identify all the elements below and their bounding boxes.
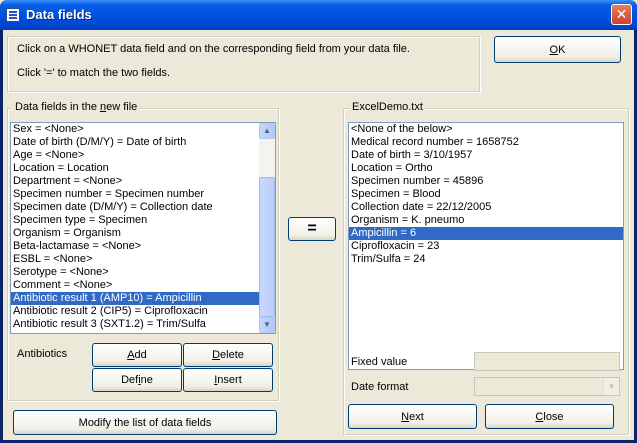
next-accel: N <box>401 410 410 423</box>
delete-rest: elete <box>220 349 244 361</box>
add-rest: dd <box>134 349 147 361</box>
add-accel: A <box>127 349 135 361</box>
instruction-line-2: Click '=' to match the two fields. <box>17 67 171 79</box>
left-list-scrollbar[interactable]: ▲ ▼ <box>259 123 275 333</box>
new-file-field-item[interactable]: Location = Location <box>11 162 275 175</box>
source-file-field-item[interactable]: Trim/Sulfa = 24 <box>349 253 623 266</box>
source-file-field-item[interactable]: Specimen = Blood <box>349 188 623 201</box>
source-file-field-item[interactable]: Medical record number = 1658752 <box>349 136 623 149</box>
new-file-field-item[interactable]: Date of birth (D/M/Y) = Date of birth <box>11 136 275 149</box>
new-file-field-item[interactable]: Specimen date (D/M/Y) = Collection date <box>11 201 275 214</box>
new-file-field-item[interactable]: Serotype = <None> <box>11 266 275 279</box>
source-file-fields-list[interactable]: <None of the below> Medical record number… <box>348 122 624 370</box>
scroll-up-button[interactable]: ▲ <box>259 123 275 139</box>
ok-label-accel: O <box>549 43 559 56</box>
antibiotics-label: Antibiotics <box>17 348 68 360</box>
close-window-button[interactable]: ✕ <box>611 4 632 25</box>
fixed-value-input[interactable] <box>474 352 620 371</box>
source-file-field-item[interactable]: Organism = K. pneumo <box>349 214 623 227</box>
insert-rest: nsert <box>217 374 242 386</box>
new-file-fields-list[interactable]: Sex = <None> Date of birth (D/M/Y) = Date… <box>10 122 276 334</box>
scroll-down-button[interactable]: ▼ <box>259 317 275 333</box>
add-antibiotic-button[interactable]: Add <box>92 343 182 367</box>
define-antibiotic-button[interactable]: Def i ne <box>92 368 182 392</box>
new-file-field-item[interactable]: Specimen number = Specimen number <box>11 188 275 201</box>
insert-antibiotic-button[interactable]: Insert <box>183 368 273 392</box>
define-pre: Def <box>121 374 139 386</box>
new-file-fields-rows: Sex = <None> Date of birth (D/M/Y) = Date… <box>11 123 275 331</box>
source-file-field-item[interactable]: Date of birth = 3/10/1957 <box>349 149 623 162</box>
new-file-field-item[interactable]: Sex = <None> <box>11 123 275 136</box>
group-title-post: ew file <box>106 101 138 113</box>
instructions-panel: Click on a WHONET data field and on the … <box>7 36 480 92</box>
source-file-fields-rows: <None of the below> Medical record number… <box>349 123 623 266</box>
dropdown-arrow-icon[interactable]: ▼ <box>603 378 619 395</box>
source-file-field-item[interactable]: <None of the below> <box>349 123 623 136</box>
source-file-field-item[interactable]: Location = Ortho <box>349 162 623 175</box>
dialog-client: Click on a WHONET data field and on the … <box>3 30 634 440</box>
next-button[interactable]: Next <box>348 404 477 429</box>
fixed-value-label: Fixed value <box>351 356 408 368</box>
new-file-field-item[interactable]: Antibiotic result 1 (AMP10) = Ampicillin <box>11 292 275 305</box>
app-icon <box>6 8 20 22</box>
date-format-label: Date format <box>351 381 409 393</box>
new-file-field-item[interactable]: Specimen type = Specimen <box>11 214 275 227</box>
delete-accel: D <box>212 349 221 361</box>
group-title-pre: Data fields in the <box>15 101 100 113</box>
new-file-fields-group-title: Data fields in the new file <box>13 101 140 113</box>
new-file-field-item[interactable]: Antibiotic result 3 (SXT1.2) = Trim/Sulf… <box>11 318 275 331</box>
close-rest: lose <box>543 410 564 423</box>
source-file-field-item[interactable]: Ampicillin = 6 <box>349 227 623 240</box>
new-file-field-item[interactable]: ESBL = <None> <box>11 253 275 266</box>
source-file-field-item[interactable]: Specimen number = 45896 <box>349 175 623 188</box>
close-accel: C <box>535 410 544 423</box>
date-format-select[interactable]: ▼ <box>474 377 620 396</box>
source-file-group-title: ExcelDemo.txt <box>350 101 425 113</box>
source-file-field-item[interactable]: Collection date = 22/12/2005 <box>349 201 623 214</box>
new-file-field-item[interactable]: Beta-lactamase = <None> <box>11 240 275 253</box>
ok-label-post: K <box>558 43 566 56</box>
new-file-field-item[interactable]: Antibiotic result 2 (CIP5) = Ciprofloxac… <box>11 305 275 318</box>
new-file-field-item[interactable]: Organism = Organism <box>11 227 275 240</box>
match-fields-button[interactable]: = <box>288 217 336 241</box>
scroll-thumb[interactable] <box>259 177 275 317</box>
new-file-field-item[interactable]: Comment = <None> <box>11 279 275 292</box>
data-fields-window: Data fields ✕ Click on a WHONET data fie… <box>0 0 637 443</box>
next-rest: ext <box>409 410 424 423</box>
title-bar[interactable]: Data fields ✕ <box>0 0 637 30</box>
new-file-field-item[interactable]: Department = <None> <box>11 175 275 188</box>
source-file-field-item[interactable]: Ciprofloxacin = 23 <box>349 240 623 253</box>
instruction-line-1: Click on a WHONET data field and on the … <box>17 43 410 55</box>
delete-antibiotic-button[interactable]: Delete <box>183 343 273 367</box>
define-rest: ne <box>140 374 153 386</box>
ok-button[interactable]: OK <box>494 36 621 63</box>
modify-data-fields-button[interactable]: Modify the list of data fields <box>13 410 277 435</box>
close-button[interactable]: Close <box>485 404 614 429</box>
new-file-field-item[interactable]: Age = <None> <box>11 149 275 162</box>
window-title: Data fields <box>26 7 92 22</box>
